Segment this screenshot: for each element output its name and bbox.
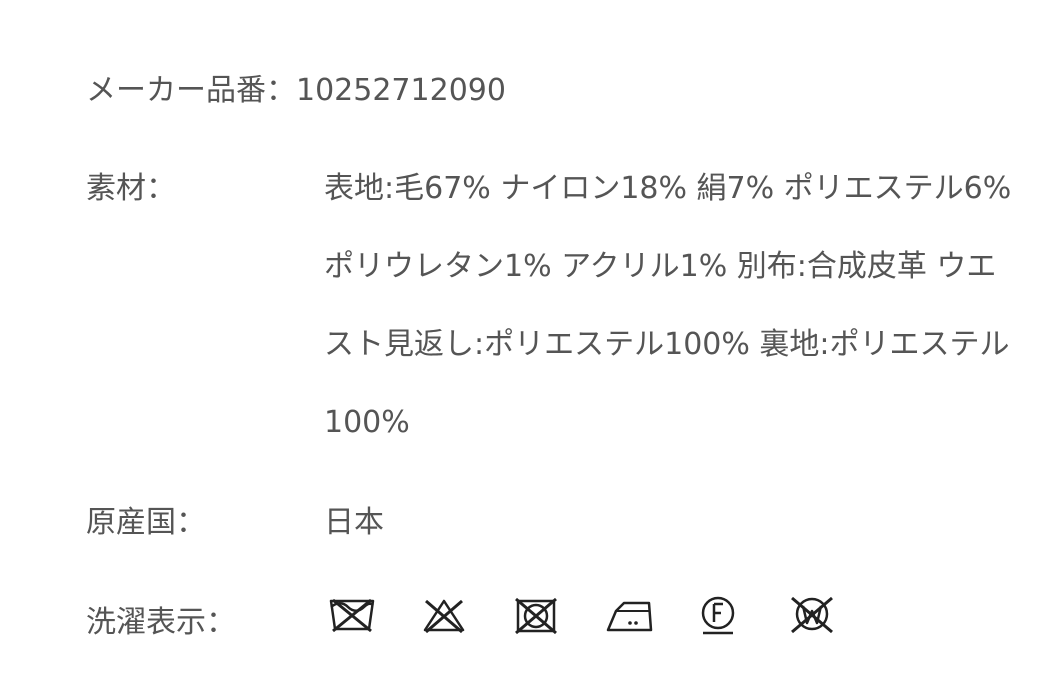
maker-part-number-value: 10252712090 (296, 73, 506, 108)
material-value: 表地:毛67% ナイロン18% 絹7% ポリエステル6% ポリウレタン1% アク… (324, 171, 1012, 440)
washing-label: 洗濯表示： (86, 605, 236, 640)
washtub-crossed-icon (328, 594, 420, 638)
origin-value: 日本 (324, 505, 384, 540)
maker-part-number-label: メーカー品番： (86, 73, 296, 108)
material-label: 素材： (86, 171, 176, 206)
maker-part-number-row: メーカー品番：10252712090 (86, 52, 1012, 130)
wet-clean-prohibited-icon (788, 594, 880, 638)
care-symbols (328, 594, 880, 638)
tumble-dry-prohibited-icon (512, 594, 604, 638)
iron-medium-icon (604, 594, 696, 638)
dry-clean-f-icon (696, 594, 788, 638)
bleach-prohibited-icon (420, 594, 512, 638)
origin-label: 原産国： (86, 505, 206, 540)
